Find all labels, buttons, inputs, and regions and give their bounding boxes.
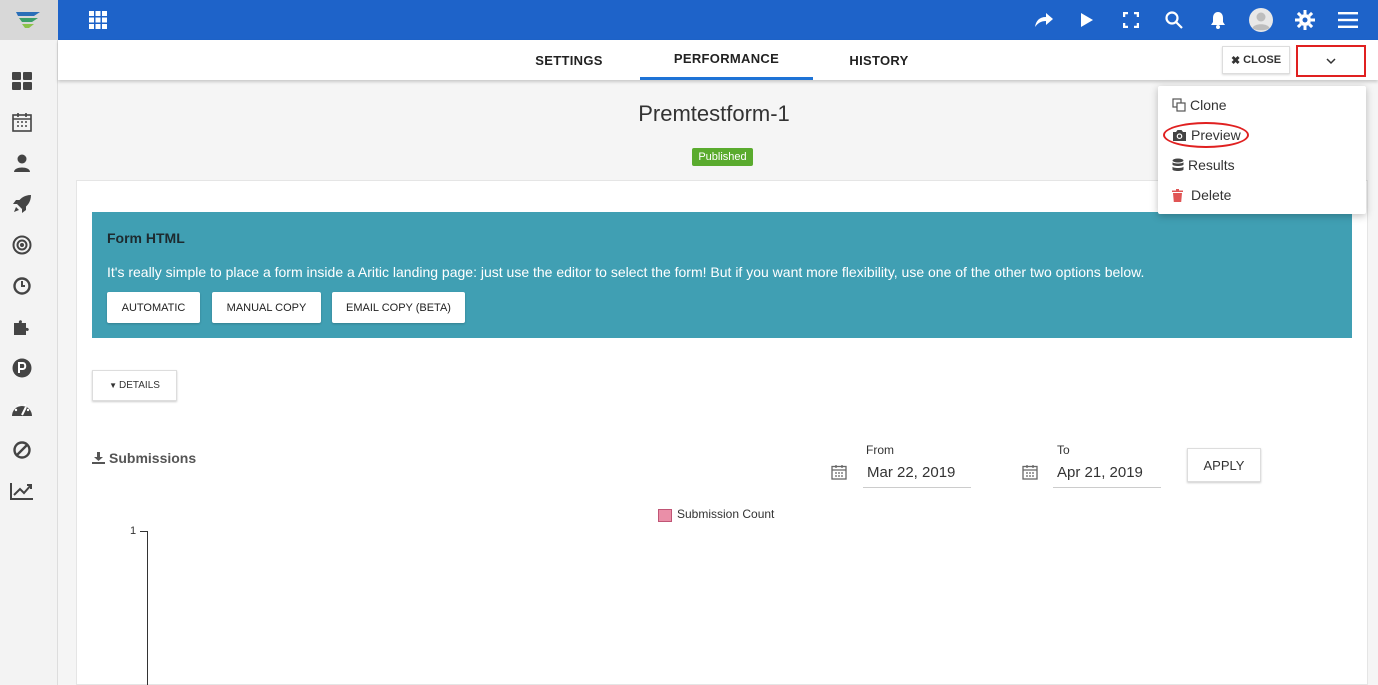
target-icon[interactable]: [0, 229, 44, 261]
email-copy-button[interactable]: EMAIL COPY (BETA): [332, 292, 465, 323]
menu-item-results[interactable]: Results: [1172, 154, 1235, 176]
submissions-label: Submissions: [109, 450, 197, 466]
database-icon: [1172, 158, 1184, 171]
menu-item-delete[interactable]: Delete: [1172, 184, 1231, 206]
form-html-text: It's really simple to place a form insid…: [107, 264, 1145, 280]
speedometer-icon[interactable]: [0, 393, 44, 425]
download-icon: [92, 452, 105, 464]
calendar-icon[interactable]: [0, 106, 44, 138]
menu-item-label: Clone: [1190, 97, 1227, 113]
apply-button[interactable]: APPLY: [1187, 448, 1261, 482]
manual-copy-button[interactable]: MANUAL COPY: [212, 292, 321, 323]
rocket-icon[interactable]: [0, 188, 44, 220]
menu-item-label: Results: [1188, 157, 1235, 173]
details-button[interactable]: ▼ DETAILS: [92, 370, 177, 401]
automatic-button[interactable]: AUTOMATIC: [107, 292, 200, 323]
camera-icon: [1173, 129, 1186, 141]
legend-label: Submission Count: [677, 507, 775, 521]
menu-item-label: Preview: [1191, 127, 1241, 143]
status-badge: Published: [692, 148, 753, 166]
y-axis: [147, 531, 148, 685]
tab-settings[interactable]: SETTINGS: [510, 40, 628, 80]
points-icon[interactable]: [0, 352, 44, 384]
from-label: From: [866, 443, 894, 457]
to-label: To: [1057, 443, 1070, 457]
chart-icon[interactable]: [0, 475, 44, 507]
bell-icon[interactable]: [1196, 0, 1240, 40]
search-icon[interactable]: [1153, 0, 1197, 40]
close-icon: ✖: [1230, 54, 1241, 67]
play-icon[interactable]: [1066, 0, 1110, 40]
calendar-icon: [831, 465, 847, 480]
close-label: CLOSE: [1243, 54, 1282, 66]
options-dropdown-button[interactable]: [1296, 45, 1366, 77]
menu-item-preview[interactable]: Preview: [1172, 124, 1241, 146]
gear-icon[interactable]: [1283, 0, 1327, 40]
top-bar: [0, 0, 1378, 40]
details-label: DETAILS: [118, 380, 160, 391]
clock-icon[interactable]: [0, 270, 44, 302]
caret-down-icon: ▼: [109, 381, 117, 390]
to-date-input[interactable]: Apr 21, 2019: [1053, 458, 1161, 488]
trash-icon: [1172, 188, 1183, 202]
options-menu: Clone Preview Results Delete: [1158, 86, 1366, 214]
legend-swatch: [658, 509, 672, 522]
tab-bar: SETTINGS PERFORMANCE HISTORY ✖ CLOSE: [58, 40, 1378, 80]
y-tick-label: 1: [130, 525, 137, 537]
brand-logo[interactable]: [0, 0, 58, 40]
close-button[interactable]: ✖ CLOSE: [1222, 46, 1290, 74]
tab-performance[interactable]: PERFORMANCE: [640, 40, 813, 80]
form-html-title: Form HTML: [107, 230, 185, 246]
app-grid-icon[interactable]: [86, 8, 110, 32]
from-date-input[interactable]: Mar 22, 2019: [863, 458, 971, 488]
contacts-icon[interactable]: [0, 147, 44, 179]
calendar-icon: [1022, 465, 1038, 480]
tab-history[interactable]: HISTORY: [825, 40, 933, 80]
menu-icon[interactable]: [1327, 0, 1371, 40]
clone-icon: [1172, 98, 1186, 112]
share-icon[interactable]: [1022, 0, 1066, 40]
form-html-box: Form HTML It's really simple to place a …: [92, 212, 1352, 338]
menu-item-clone[interactable]: Clone: [1172, 94, 1227, 116]
user-avatar-icon[interactable]: [1240, 0, 1284, 40]
puzzle-icon[interactable]: [0, 311, 44, 343]
submissions-title: Submissions: [92, 450, 196, 466]
fullscreen-icon[interactable]: [1109, 0, 1153, 40]
block-icon[interactable]: [0, 434, 44, 466]
menu-item-label: Delete: [1191, 187, 1232, 203]
sidebar: [0, 40, 58, 685]
chevron-down-icon: [1326, 57, 1336, 64]
dashboard-icon[interactable]: [0, 65, 44, 97]
